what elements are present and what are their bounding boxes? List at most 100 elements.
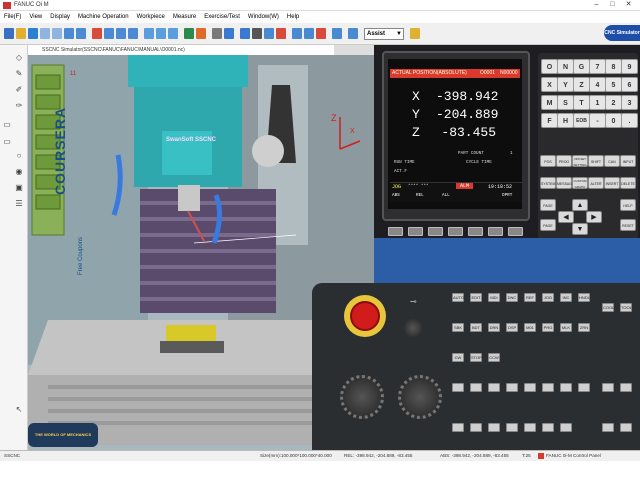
key-switch[interactable] — [404, 319, 422, 337]
key-reset[interactable]: RESET — [620, 219, 636, 231]
softkey-1[interactable] — [388, 227, 403, 236]
key-0[interactable]: 0 — [605, 113, 622, 128]
path-icon[interactable] — [304, 28, 314, 39]
key-shift[interactable]: SHIFT — [588, 155, 604, 167]
maximize-icon[interactable]: □ — [608, 1, 617, 9]
zoom-in-icon[interactable] — [40, 28, 50, 39]
panel-button-m01[interactable]: M01 — [524, 323, 536, 332]
key-x[interactable]: X — [541, 77, 558, 92]
workpiece-icon[interactable] — [224, 28, 234, 39]
key-o[interactable]: O — [541, 59, 558, 74]
arrow-left-icon[interactable]: ◀ — [558, 211, 574, 223]
key-m[interactable]: M — [541, 95, 558, 110]
panel-button-1[interactable] — [452, 383, 464, 392]
key-8[interactable]: 8 — [605, 59, 622, 74]
marker-icon[interactable]: ✑ — [14, 101, 24, 111]
sound-icon[interactable] — [332, 28, 342, 39]
key-page-up[interactable]: PAGE — [540, 199, 556, 211]
panel-button-prg[interactable]: PRG — [542, 323, 554, 332]
panel-button-15[interactable] — [524, 423, 536, 432]
menu-measure[interactable]: Measure — [169, 11, 200, 23]
key-4[interactable]: 4 — [589, 77, 606, 92]
key-help[interactable]: HELP — [620, 199, 636, 211]
panel-button-ccw[interactable]: CCW — [488, 353, 500, 362]
panel-button-10[interactable] — [620, 383, 632, 392]
pan-icon[interactable] — [76, 28, 86, 39]
panel-button-cool[interactable]: COOL — [602, 303, 614, 312]
panel-button-zrn[interactable]: ZRN — [578, 323, 590, 332]
view-right-icon[interactable] — [168, 28, 178, 39]
mode-select[interactable]: Assist ▼ — [364, 28, 404, 40]
view-iso-icon[interactable] — [144, 28, 154, 39]
panel-button-16[interactable] — [542, 423, 554, 432]
panel-button-17[interactable] — [560, 423, 572, 432]
softkey-2[interactable] — [408, 227, 423, 236]
panel-button-sbk[interactable]: SBK — [452, 323, 464, 332]
softkey-3[interactable] — [428, 227, 443, 236]
panel-button-18[interactable] — [602, 423, 614, 432]
panel-button-11[interactable] — [452, 423, 464, 432]
key-t[interactable]: T — [573, 95, 590, 110]
key-dot[interactable]: . — [621, 113, 638, 128]
panel-button-inc[interactable]: INC — [560, 293, 572, 302]
panel-button-stop[interactable]: STOP — [470, 353, 482, 362]
arrow-up-icon[interactable]: ▲ — [572, 199, 588, 211]
axis-icon[interactable] — [276, 28, 286, 39]
panel-button-hndl[interactable]: HNDL — [578, 293, 590, 302]
viewport-window-buttons[interactable] — [334, 45, 374, 55]
panel-button-tool[interactable]: TOOL — [620, 303, 632, 312]
key-6[interactable]: 6 — [621, 77, 638, 92]
menu-workpiece[interactable]: Workpiece — [133, 11, 169, 23]
grid-icon[interactable] — [264, 28, 274, 39]
softkey-5[interactable] — [468, 227, 483, 236]
panel-button-auto[interactable]: AUTO — [452, 293, 464, 302]
view-top-icon[interactable] — [116, 28, 126, 39]
panel-button-osp[interactable]: OSP — [506, 323, 518, 332]
measure-icon[interactable] — [240, 28, 250, 39]
fixture-icon[interactable] — [252, 28, 262, 39]
key-g[interactable]: G — [573, 59, 590, 74]
cursor-icon[interactable]: ↖ — [14, 405, 24, 415]
panel-button-7[interactable] — [560, 383, 572, 392]
panel-button-mlk[interactable]: MLK — [560, 323, 572, 332]
key-n[interactable]: N — [557, 59, 574, 74]
toggle-b-icon[interactable]: ▭ — [2, 137, 12, 147]
panel-button-12[interactable] — [470, 423, 482, 432]
rotate-icon[interactable] — [92, 28, 102, 39]
key-minus[interactable]: - — [589, 113, 606, 128]
key-f[interactable]: F — [541, 113, 558, 128]
circle-fill-icon[interactable]: ◉ — [14, 167, 24, 177]
panel-button-6[interactable] — [542, 383, 554, 392]
minimize-icon[interactable]: – — [592, 1, 601, 9]
menu-machine-operation[interactable]: Machine Operation — [74, 11, 133, 23]
panel-button-8[interactable] — [578, 383, 590, 392]
menu-file[interactable]: File(F) — [0, 11, 25, 23]
menu-exercise-test[interactable]: Exercise/Test — [200, 11, 244, 23]
panel-button-4[interactable] — [506, 383, 518, 392]
cut-icon[interactable] — [292, 28, 302, 39]
key-z[interactable]: Z — [573, 77, 590, 92]
key-7[interactable]: 7 — [589, 59, 606, 74]
emergency-stop-button[interactable] — [350, 301, 380, 331]
arrow-down-icon[interactable]: ▼ — [572, 223, 588, 235]
view-left-icon[interactable] — [156, 28, 166, 39]
door-icon[interactable] — [184, 28, 194, 39]
key-5[interactable]: 5 — [605, 77, 622, 92]
zoom-out-icon[interactable] — [52, 28, 62, 39]
panel-button-mdi[interactable]: MDI — [488, 293, 500, 302]
key-delete[interactable]: DELETE — [620, 177, 636, 189]
key-input[interactable]: INPUT — [620, 155, 636, 167]
key-prog[interactable]: PROG — [556, 155, 572, 167]
panel-button-14[interactable] — [506, 423, 518, 432]
key-eob[interactable]: EOB — [573, 113, 590, 128]
menu-help[interactable]: Help — [283, 11, 303, 23]
key-message[interactable]: MESSAGE — [556, 177, 574, 189]
key-can[interactable]: CAN — [604, 155, 620, 167]
key-page-down[interactable]: PAGE — [540, 219, 556, 231]
circle-icon[interactable]: ○ — [14, 151, 24, 161]
panel-button-drn[interactable]: DRN — [488, 323, 500, 332]
menu-display[interactable]: Display — [46, 11, 74, 23]
brush-icon[interactable]: ✎ — [14, 69, 24, 79]
panel-button-edit[interactable]: EDIT — [470, 293, 482, 302]
key-alter[interactable]: ALTER — [588, 177, 604, 189]
